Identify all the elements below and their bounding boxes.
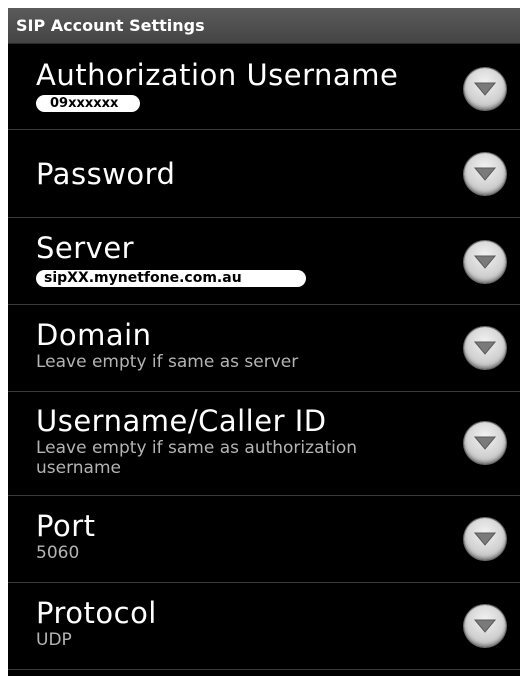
pref-authorization-username[interactable]: Authorization Username 09xxxxxx (8, 44, 520, 130)
dropdown-arrow-icon[interactable] (464, 518, 506, 560)
pref-title: Domain (36, 318, 152, 352)
pref-summary: UDP (36, 630, 72, 650)
dropdown-arrow-icon[interactable] (464, 68, 506, 110)
pref-port[interactable]: Port 5060 (8, 496, 520, 583)
pref-username-caller-id[interactable]: Username/Caller ID Leave empty if same a… (8, 392, 520, 496)
pref-title: Server (36, 231, 135, 265)
server-value: sipXX.mynetfone.com.au (36, 270, 306, 287)
pref-password[interactable]: Password (8, 130, 520, 218)
dropdown-arrow-icon[interactable] (464, 153, 506, 195)
pref-protocol[interactable]: Protocol UDP (8, 583, 520, 670)
pref-summary: 5060 (36, 543, 80, 563)
dropdown-arrow-icon[interactable] (464, 605, 506, 647)
pref-title: Username/Caller ID (36, 404, 327, 438)
dropdown-arrow-icon[interactable] (464, 327, 506, 369)
pref-domain[interactable]: Domain Leave empty if same as server (8, 305, 520, 392)
authorization-username-value: 09xxxxxx (36, 95, 140, 112)
pref-summary: Leave empty if same as authorization use… (36, 438, 358, 478)
pref-title: Port (36, 509, 96, 543)
title-bar: SIP Account Settings (8, 8, 520, 44)
pref-title: Authorization Username (36, 58, 399, 92)
pref-summary: Leave empty if same as server (36, 352, 299, 372)
pref-title: Password (36, 157, 176, 191)
settings-screen: SIP Account Settings Authorization Usern… (8, 8, 520, 676)
preference-list: Authorization Username 09xxxxxx Password… (8, 44, 520, 670)
page-title: SIP Account Settings (16, 16, 205, 35)
dropdown-arrow-icon[interactable] (464, 422, 506, 464)
pref-server[interactable]: Server sipXX.mynetfone.com.au (8, 218, 520, 305)
pref-title: Protocol (36, 596, 157, 630)
dropdown-arrow-icon[interactable] (464, 241, 506, 283)
